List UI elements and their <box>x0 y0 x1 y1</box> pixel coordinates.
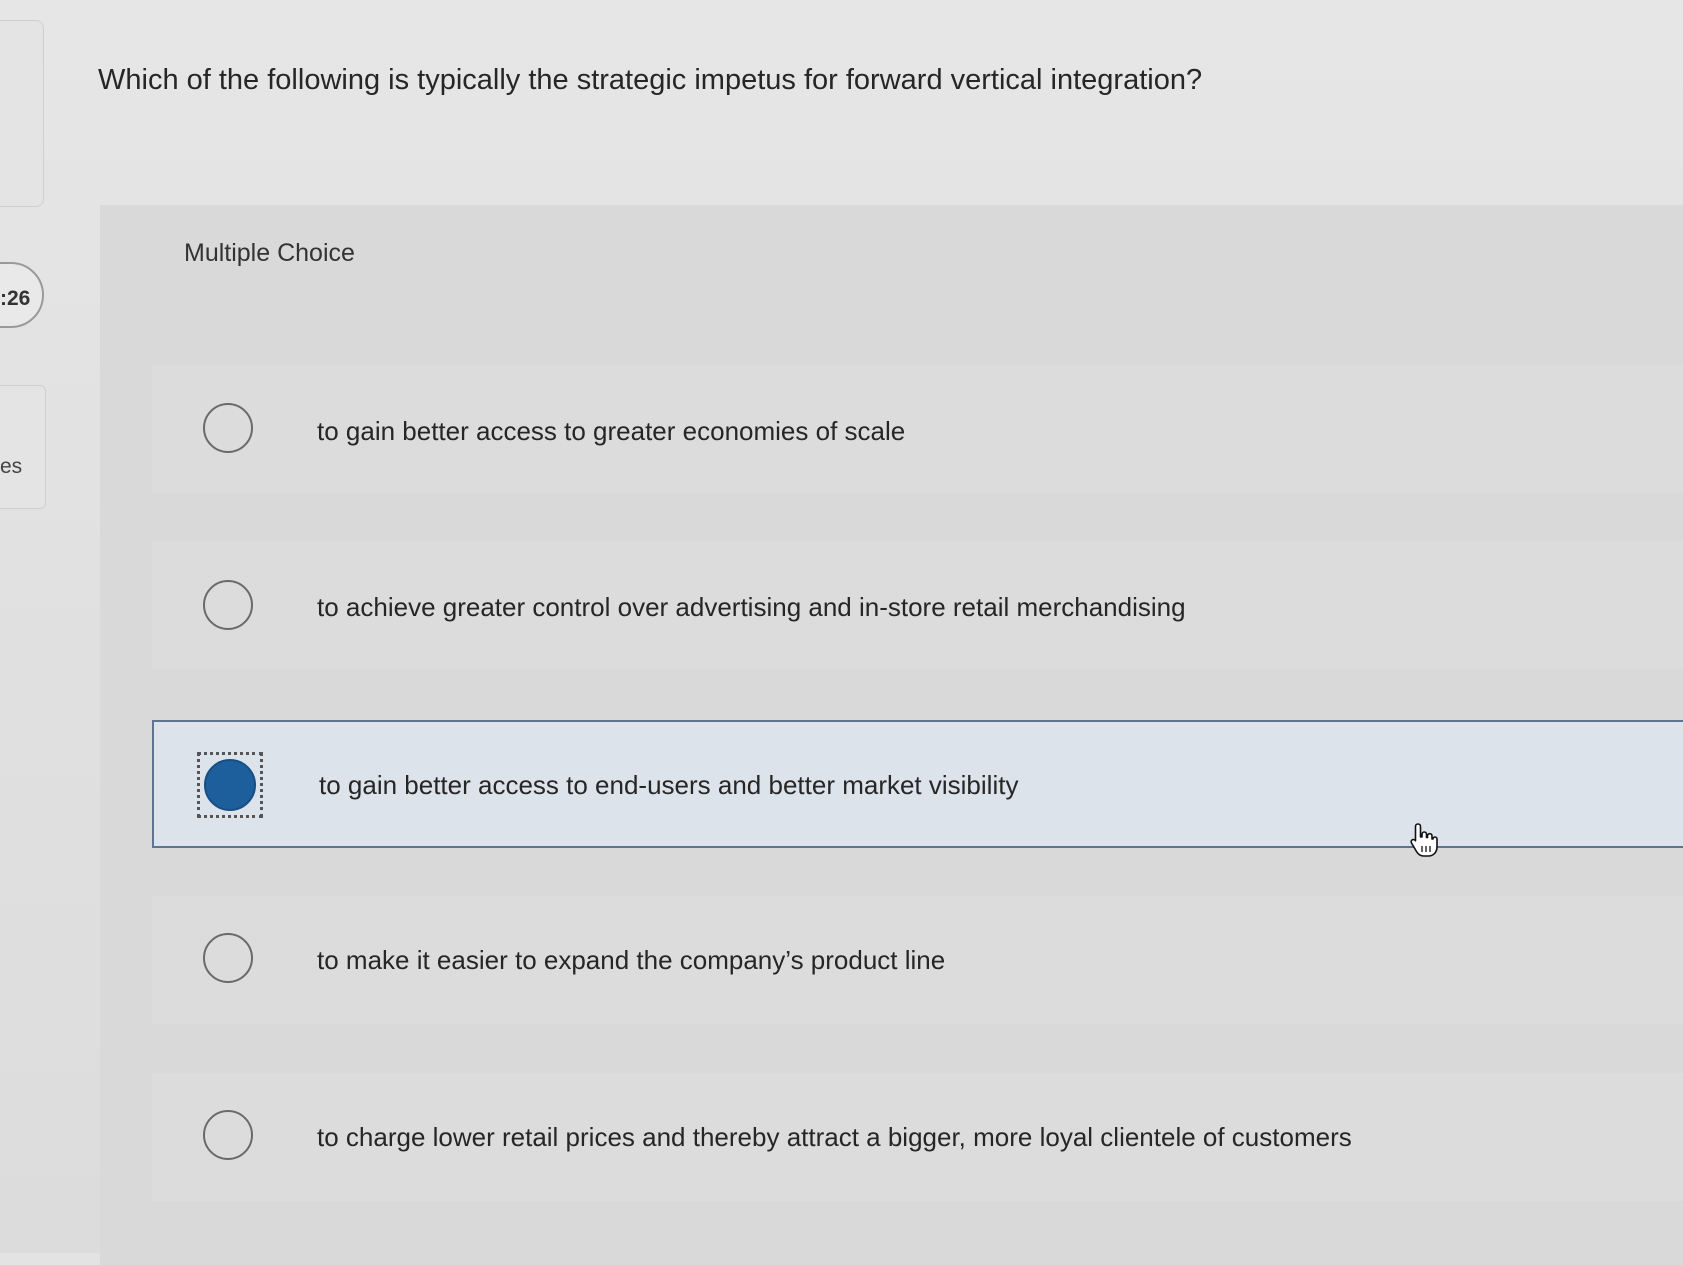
radio-button-icon[interactable] <box>203 933 253 983</box>
radio-button-icon[interactable] <box>203 403 253 453</box>
radio-button-icon[interactable] <box>203 580 253 630</box>
radio-button-icon[interactable] <box>203 1110 253 1160</box>
quiz-page: :26 es Which of the following is typical… <box>0 0 1683 1265</box>
answer-option[interactable]: to make it easier to expand the company’… <box>152 896 1683 1024</box>
answer-option-label: to charge lower retail prices and thereb… <box>317 1122 1352 1152</box>
question-text: Which of the following is typically the … <box>98 64 1203 96</box>
hand-pointer-icon <box>1410 823 1438 857</box>
timer-text: :26 <box>0 287 31 310</box>
answer-option-label: to achieve greater control over advertis… <box>317 592 1186 622</box>
answer-option-selected[interactable]: to gain better access to end-users and b… <box>152 720 1683 848</box>
answer-option[interactable]: to gain better access to greater economi… <box>152 366 1683 494</box>
answer-option[interactable]: to charge lower retail prices and thereb… <box>152 1073 1683 1201</box>
side-panel <box>0 20 44 207</box>
side-panel-lower[interactable] <box>0 385 46 509</box>
answer-option-label: to gain better access to end-users and b… <box>319 770 1019 800</box>
answer-option-label: to make it easier to expand the company’… <box>317 945 946 975</box>
radio-focus-ring[interactable] <box>197 752 263 818</box>
radio-selected-icon <box>204 759 256 811</box>
question-type-label: Multiple Choice <box>184 239 355 267</box>
side-partial-label: es <box>0 455 23 478</box>
answer-option[interactable]: to achieve greater control over advertis… <box>152 542 1683 670</box>
answer-option-label: to gain better access to greater economi… <box>317 416 906 446</box>
